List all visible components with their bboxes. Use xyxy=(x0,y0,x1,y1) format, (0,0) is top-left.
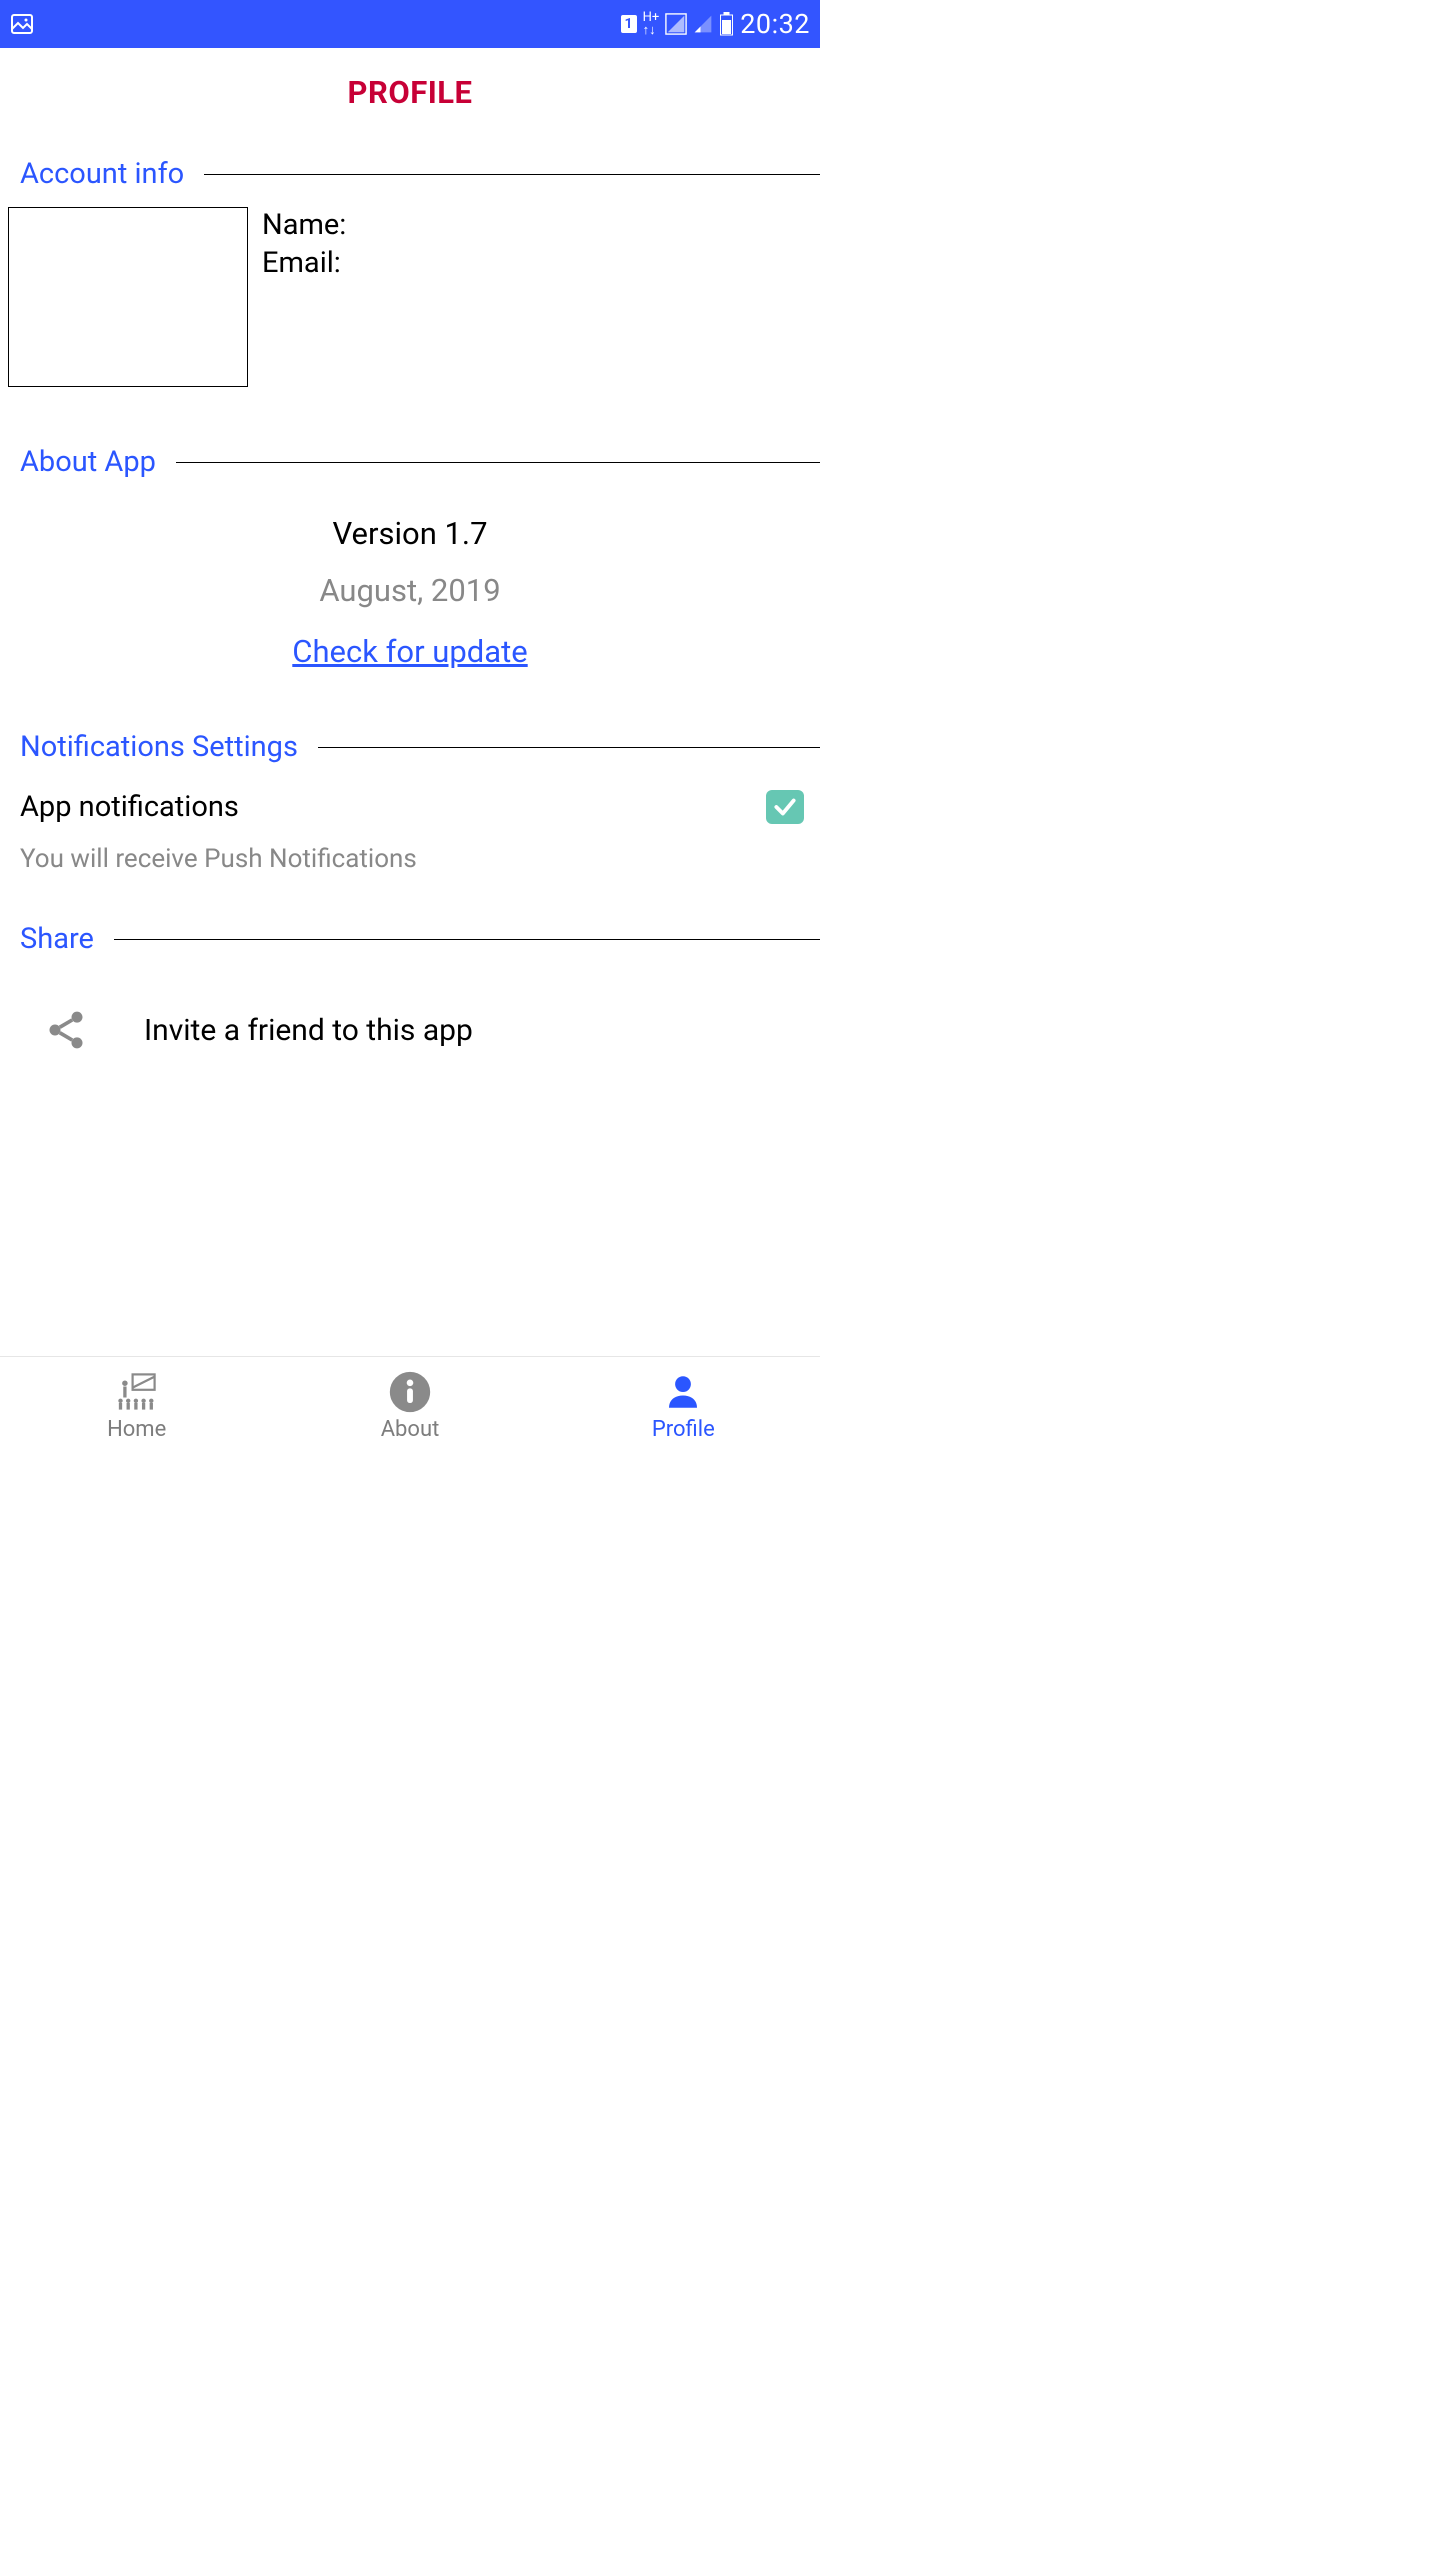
nav-home-label: Home xyxy=(107,1417,166,1442)
picture-icon xyxy=(10,12,34,36)
section-about-header: About App xyxy=(0,445,820,479)
app-notifications-description: You will receive Push Notifications xyxy=(0,844,820,874)
checkmark-icon xyxy=(772,794,798,820)
version-text: Version 1.7 xyxy=(0,515,820,552)
section-account-title: Account info xyxy=(20,157,204,191)
nav-about[interactable]: About xyxy=(273,1357,546,1456)
signal-icon xyxy=(665,13,687,35)
section-account-header: Account info xyxy=(0,157,820,191)
nav-home[interactable]: Home xyxy=(0,1357,273,1456)
app-notifications-label: App notifications xyxy=(20,790,239,824)
status-right: 1 H+↑↓ 20:32 xyxy=(621,8,810,40)
divider xyxy=(204,174,820,175)
about-block: Version 1.7 August, 2019 Check for updat… xyxy=(0,515,820,670)
section-notifications-title: Notifications Settings xyxy=(20,730,318,764)
sim-badge-icon: 1 xyxy=(621,15,637,33)
avatar-placeholder xyxy=(8,207,248,387)
section-about-title: About App xyxy=(20,445,176,479)
name-label: Name: xyxy=(262,207,346,245)
account-info-row: Name: Email: xyxy=(0,207,820,387)
invite-friend-text: Invite a friend to this app xyxy=(144,1013,473,1048)
check-update-link[interactable]: Check for update xyxy=(292,633,527,670)
section-share-title: Share xyxy=(20,922,114,956)
app-notifications-checkbox[interactable] xyxy=(766,790,804,824)
battery-icon xyxy=(719,12,734,36)
network-type-icon: H+↑↓ xyxy=(643,11,660,37)
profile-icon xyxy=(662,1371,704,1413)
status-bar: 1 H+↑↓ 20:32 xyxy=(0,0,820,48)
release-date-text: August, 2019 xyxy=(0,572,820,609)
section-notifications-header: Notifications Settings xyxy=(0,730,820,764)
email-label: Email: xyxy=(262,245,346,283)
nav-about-label: About xyxy=(381,1417,440,1442)
signal-2-icon xyxy=(693,14,713,34)
nav-profile-label: Profile xyxy=(652,1417,715,1442)
page-title: PROFILE xyxy=(0,74,820,111)
divider xyxy=(176,462,820,463)
status-left xyxy=(10,12,34,36)
bottom-nav: Home About Profile xyxy=(0,1356,820,1456)
invite-friend-row[interactable]: Invite a friend to this app xyxy=(0,972,820,1054)
divider xyxy=(114,939,820,940)
account-fields: Name: Email: xyxy=(262,207,346,282)
share-icon xyxy=(44,1006,88,1054)
app-notifications-row[interactable]: App notifications xyxy=(0,780,820,828)
section-share-header: Share xyxy=(0,922,820,956)
nav-profile[interactable]: Profile xyxy=(547,1357,820,1456)
divider xyxy=(318,747,820,748)
info-icon xyxy=(388,1371,432,1413)
clock-text: 20:32 xyxy=(740,8,810,40)
home-icon xyxy=(115,1371,159,1413)
